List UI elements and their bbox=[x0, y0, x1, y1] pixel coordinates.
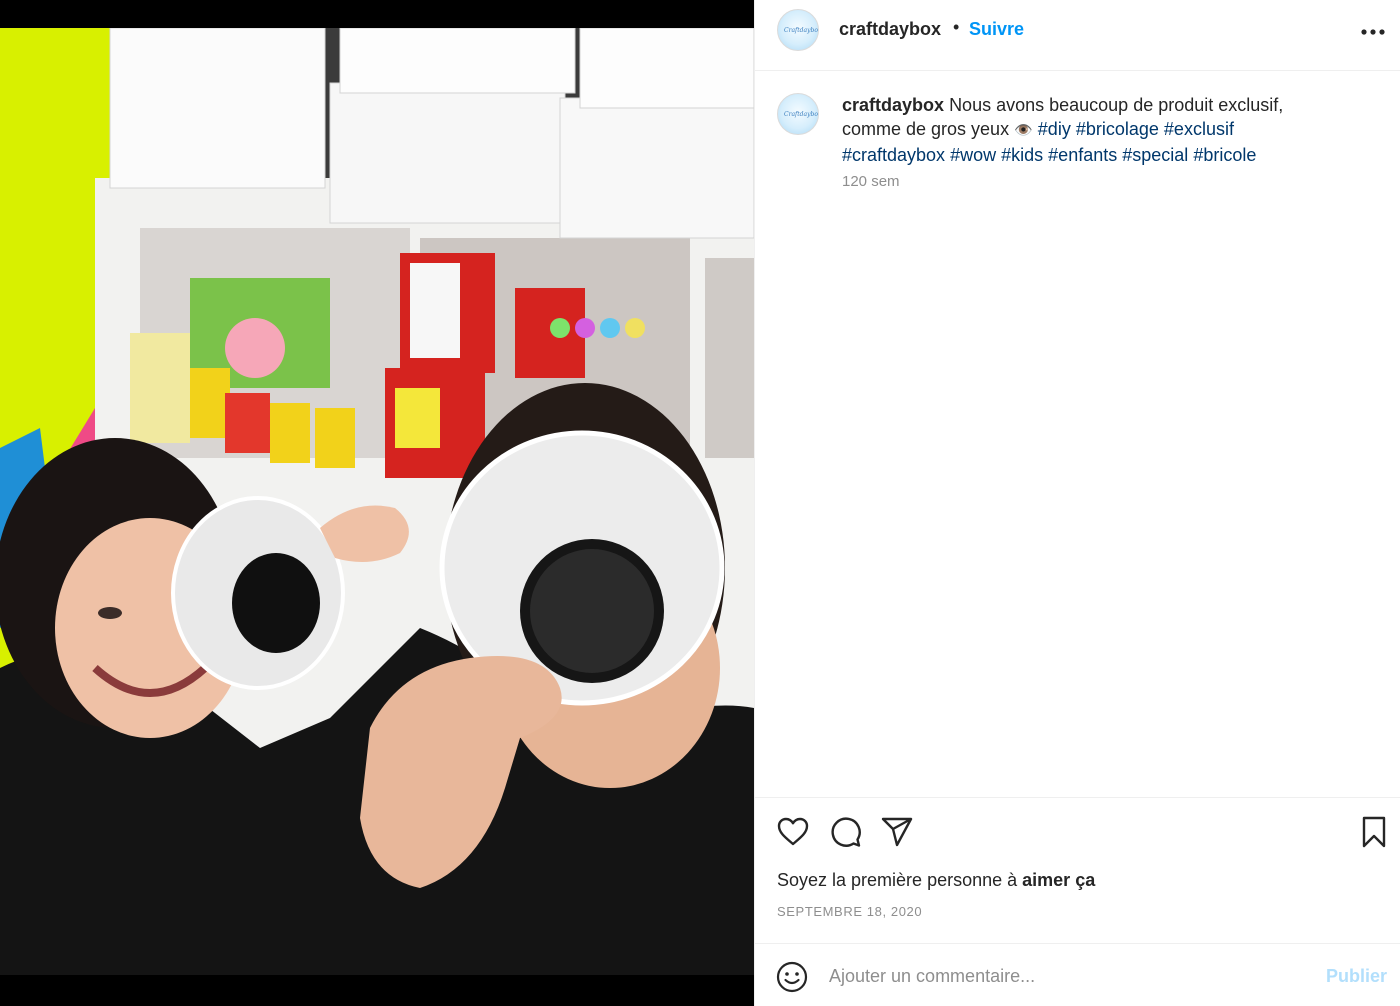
hashtag-wow[interactable]: #wow bbox=[950, 145, 996, 165]
author-username[interactable]: craftdaybox bbox=[839, 19, 941, 40]
like-link[interactable]: aimer ça bbox=[1022, 870, 1095, 890]
avatar-logo-text: Craftdaybox bbox=[784, 27, 819, 34]
comment-bubble-icon[interactable] bbox=[828, 815, 862, 849]
hashtag-special[interactable]: #special bbox=[1122, 145, 1188, 165]
comment-bar: Publier bbox=[755, 943, 1400, 1006]
paper-plane-icon[interactable] bbox=[880, 815, 914, 849]
hashtag-diy[interactable]: #diy bbox=[1038, 119, 1071, 139]
author-avatar[interactable]: Craftdaybox bbox=[777, 9, 819, 51]
hashtag-exclusif[interactable]: #exclusif bbox=[1164, 119, 1234, 139]
hashtag-bricole[interactable]: #bricole bbox=[1193, 145, 1256, 165]
post-details-panel: Craftdaybox craftdaybox • Suivre Craftda… bbox=[754, 0, 1400, 1006]
follow-button[interactable]: Suivre bbox=[969, 19, 1024, 40]
eye-emoji: 👁️ bbox=[1014, 122, 1033, 139]
hashtag-craftdaybox[interactable]: #craftdaybox bbox=[842, 145, 945, 165]
comment-input[interactable] bbox=[829, 958, 1299, 994]
post-date[interactable]: SEPTEMBRE 18, 2020 bbox=[777, 904, 922, 919]
likes-prefix: Soyez la première personne à bbox=[777, 870, 1018, 890]
post-header: Craftdaybox craftdaybox • Suivre bbox=[755, 0, 1400, 71]
post-photo[interactable] bbox=[0, 28, 754, 975]
hashtag-bricolage[interactable]: #bricolage bbox=[1076, 119, 1159, 139]
caption-username[interactable]: craftdaybox bbox=[842, 95, 944, 115]
more-options-icon[interactable] bbox=[1359, 20, 1387, 44]
publish-button[interactable]: Publier bbox=[1326, 966, 1387, 987]
smiley-icon[interactable] bbox=[776, 961, 808, 993]
caption-avatar[interactable]: Craftdaybox bbox=[777, 93, 819, 135]
bookmark-icon[interactable] bbox=[1357, 815, 1391, 849]
post-age[interactable]: 120 sem bbox=[842, 173, 900, 190]
post-caption: craftdaybox Nous avons beaucoup de produ… bbox=[842, 93, 1342, 167]
heart-icon[interactable] bbox=[776, 815, 810, 849]
post-actions: Soyez la première personne à aimer ça SE… bbox=[755, 797, 1400, 943]
hashtag-enfants[interactable]: #enfants bbox=[1048, 145, 1117, 165]
hashtag-kids[interactable]: #kids bbox=[1001, 145, 1043, 165]
photo-illustration bbox=[0, 28, 754, 975]
avatar-logo-text: Craftdaybox bbox=[784, 111, 819, 118]
post-media[interactable] bbox=[0, 0, 754, 1006]
separator-dot: • bbox=[953, 17, 960, 37]
caption-section: Craftdaybox craftdaybox Nous avons beauc… bbox=[755, 71, 1400, 797]
likes-text: Soyez la première personne à aimer ça bbox=[777, 870, 1095, 891]
